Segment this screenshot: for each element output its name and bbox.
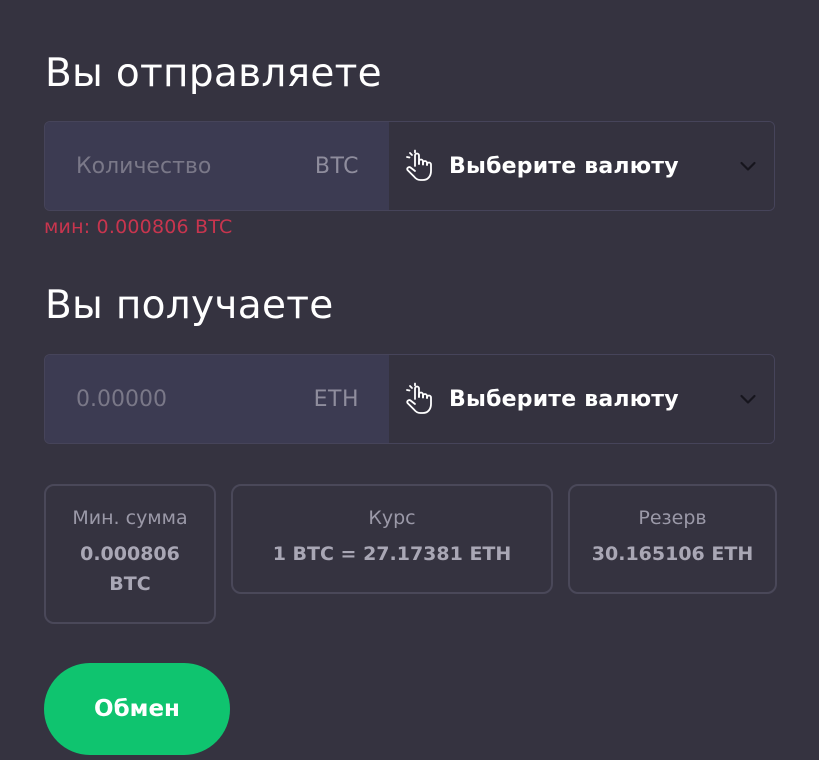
send-amount-box: BTC (45, 122, 389, 210)
rate-value: 1 BTC = 27.17381 ETH (272, 543, 512, 565)
send-select-label: Выберите валюту (449, 153, 679, 179)
rate-label: Курс (368, 507, 416, 529)
chevron-down-icon (738, 389, 758, 409)
send-currency-code: BTC (314, 153, 359, 179)
reserve-label: Резерв (638, 507, 707, 529)
receive-currency-select[interactable]: Выберите валюту (389, 355, 774, 443)
min-sum-label: Мин. сумма (72, 507, 188, 529)
receive-select-label: Выберите валюту (449, 386, 679, 412)
min-sum-value: 0.000806 BTC (80, 543, 180, 595)
send-exchange-row: BTC Выберите валюту (44, 121, 775, 211)
hand-pointer-icon (403, 149, 437, 183)
send-section-title: Вы отправляете (45, 51, 382, 96)
receive-amount-input[interactable] (76, 386, 276, 412)
min-amount-error: мин: 0.000806 BTC (44, 216, 233, 238)
hand-pointer-icon (403, 382, 437, 416)
min-sum-card: Мин. сумма 0.000806 BTC (44, 484, 216, 624)
receive-amount-box: ETH (45, 355, 389, 443)
rate-card: Курс 1 BTC = 27.17381 ETH (231, 484, 553, 594)
chevron-down-icon (738, 156, 758, 176)
reserve-card: Резерв 30.165106 ETH (568, 484, 777, 594)
send-amount-input[interactable] (76, 153, 276, 179)
receive-section-title: Вы получаете (45, 283, 334, 328)
receive-exchange-row: ETH Выберите валюту (44, 354, 775, 444)
exchange-button[interactable]: Обмен (44, 663, 230, 755)
reserve-value: 30.165106 ETH (591, 543, 754, 565)
receive-currency-code: ETH (313, 386, 359, 412)
send-currency-select[interactable]: Выберите валюту (389, 122, 774, 210)
